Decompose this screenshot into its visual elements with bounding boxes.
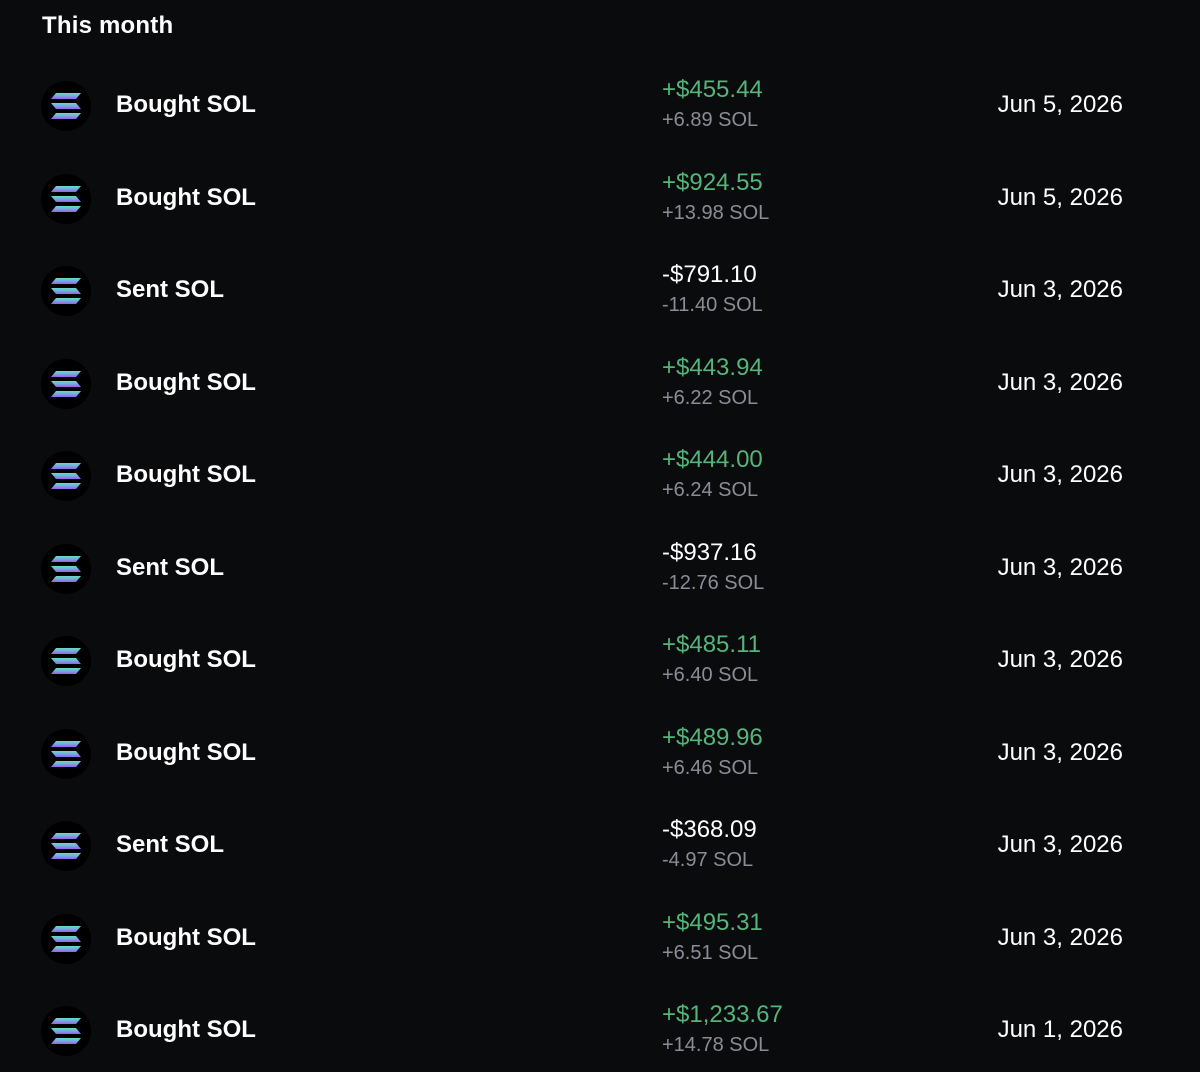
- fiat-amount: +$444.00: [662, 446, 763, 473]
- transaction-row[interactable]: Bought SOL +$443.94 +6.22 SOL Jun 3, 202…: [0, 337, 1200, 430]
- transaction-label: Sent SOL: [116, 553, 225, 581]
- solana-icon: [41, 728, 91, 779]
- solana-icon: [41, 821, 91, 871]
- solana-icon: [41, 81, 91, 131]
- transaction-amounts: +$1,233.67 +14.78 SOL: [662, 1000, 783, 1058]
- crypto-amount: +14.78 SOL: [662, 1034, 770, 1056]
- section-title: This month: [42, 12, 174, 39]
- crypto-amount: +6.22 SOL: [662, 386, 759, 409]
- transaction-date: Jun 3, 2026: [997, 553, 1123, 581]
- fiat-amount: +$495.31: [662, 908, 763, 936]
- crypto-amount: -12.76 SOL: [662, 571, 765, 594]
- fiat-amount: +$485.11: [662, 631, 761, 658]
- solana-icon: [41, 358, 91, 409]
- transaction-amounts: -$791.10 -11.40 SOL: [662, 260, 763, 318]
- transaction-date: Jun 3, 2026: [997, 276, 1123, 303]
- transaction-label: Bought SOL: [116, 91, 256, 118]
- transaction-row[interactable]: Bought SOL +$485.11 +6.40 SOL Jun 3, 202…: [0, 614, 1200, 707]
- crypto-amount: +13.98 SOL: [662, 201, 770, 224]
- transaction-label: Bought SOL: [116, 923, 256, 951]
- transaction-label: Bought SOL: [116, 738, 256, 766]
- crypto-amount: -11.40 SOL: [662, 294, 763, 316]
- fiat-amount: +$1,233.67: [662, 1001, 783, 1028]
- transactions-page: This month Bought SOL +$455.44 +6.89 SOL: [0, 0, 1200, 1072]
- fiat-amount: -$368.09: [662, 816, 757, 843]
- transaction-label: Bought SOL: [116, 183, 256, 211]
- crypto-amount: +6.89 SOL: [662, 109, 759, 131]
- transaction-amounts: +$443.94 +6.22 SOL: [662, 353, 763, 411]
- transaction-amounts: +$485.11 +6.40 SOL: [662, 630, 761, 688]
- transaction-amounts: +$924.55 +13.98 SOL: [662, 168, 769, 226]
- transaction-row[interactable]: Bought SOL +$495.31 +6.51 SOL Jun 3, 202…: [0, 892, 1200, 985]
- transaction-date: Jun 1, 2026: [997, 1016, 1123, 1043]
- solana-icon: [41, 543, 91, 594]
- fiat-amount: +$455.44: [662, 76, 763, 103]
- transaction-label: Sent SOL: [116, 831, 225, 858]
- transaction-date: Jun 5, 2026: [997, 183, 1123, 211]
- fiat-amount: -$791.10: [662, 261, 757, 288]
- transaction-label: Bought SOL: [116, 461, 256, 488]
- solana-icon: [41, 451, 91, 501]
- transaction-row[interactable]: Bought SOL +$1,233.67 +14.78 SOL Jun 1, …: [0, 984, 1200, 1072]
- crypto-amount: -4.97 SOL: [662, 849, 754, 871]
- crypto-amount: +6.46 SOL: [662, 756, 759, 779]
- transaction-row[interactable]: Bought SOL +$489.96 +6.46 SOL Jun 3, 202…: [0, 707, 1200, 800]
- fiat-amount: +$443.94: [662, 353, 763, 381]
- transaction-row[interactable]: Bought SOL +$444.00 +6.24 SOL Jun 3, 202…: [0, 429, 1200, 522]
- transaction-date: Jun 3, 2026: [997, 368, 1123, 396]
- transaction-amounts: +$455.44 +6.89 SOL: [662, 75, 763, 133]
- transaction-amounts: -$368.09 -4.97 SOL: [662, 815, 757, 873]
- crypto-amount: +6.40 SOL: [662, 664, 759, 686]
- crypto-amount: +6.51 SOL: [662, 941, 759, 964]
- transaction-row[interactable]: Bought SOL +$924.55 +13.98 SOL Jun 5, 20…: [0, 152, 1200, 245]
- crypto-amount: +6.24 SOL: [662, 479, 759, 501]
- transaction-label: Bought SOL: [116, 368, 256, 396]
- transaction-list: Bought SOL +$455.44 +6.89 SOL Jun 5, 202…: [0, 59, 1200, 1072]
- transaction-date: Jun 3, 2026: [997, 461, 1123, 488]
- transaction-label: Bought SOL: [116, 1016, 256, 1043]
- transaction-date: Jun 3, 2026: [997, 923, 1123, 951]
- solana-icon: [41, 266, 91, 316]
- solana-icon: [41, 1006, 91, 1056]
- transaction-date: Jun 3, 2026: [997, 738, 1123, 766]
- solana-icon: [41, 173, 91, 224]
- transaction-amounts: +$444.00 +6.24 SOL: [662, 445, 763, 503]
- fiat-amount: +$489.96: [662, 723, 763, 751]
- transaction-label: Bought SOL: [116, 646, 256, 673]
- transaction-amounts: +$489.96 +6.46 SOL: [662, 723, 763, 781]
- fiat-amount: +$924.55: [662, 168, 763, 196]
- transaction-row[interactable]: Sent SOL -$937.16 -12.76 SOL Jun 3, 2026: [0, 522, 1200, 615]
- fiat-amount: -$937.16: [662, 538, 757, 566]
- solana-icon: [41, 913, 91, 964]
- transaction-label: Sent SOL: [116, 276, 225, 303]
- transaction-row[interactable]: Bought SOL +$455.44 +6.89 SOL Jun 5, 202…: [0, 59, 1200, 152]
- transaction-date: Jun 5, 2026: [997, 91, 1123, 118]
- transaction-row[interactable]: Sent SOL -$368.09 -4.97 SOL Jun 3, 2026: [0, 799, 1200, 892]
- transaction-row[interactable]: Sent SOL -$791.10 -11.40 SOL Jun 3, 2026: [0, 244, 1200, 337]
- transaction-date: Jun 3, 2026: [997, 831, 1123, 858]
- solana-icon: [41, 636, 91, 686]
- transaction-date: Jun 3, 2026: [997, 646, 1123, 673]
- transaction-amounts: +$495.31 +6.51 SOL: [662, 908, 763, 966]
- transaction-amounts: -$937.16 -12.76 SOL: [662, 538, 764, 596]
